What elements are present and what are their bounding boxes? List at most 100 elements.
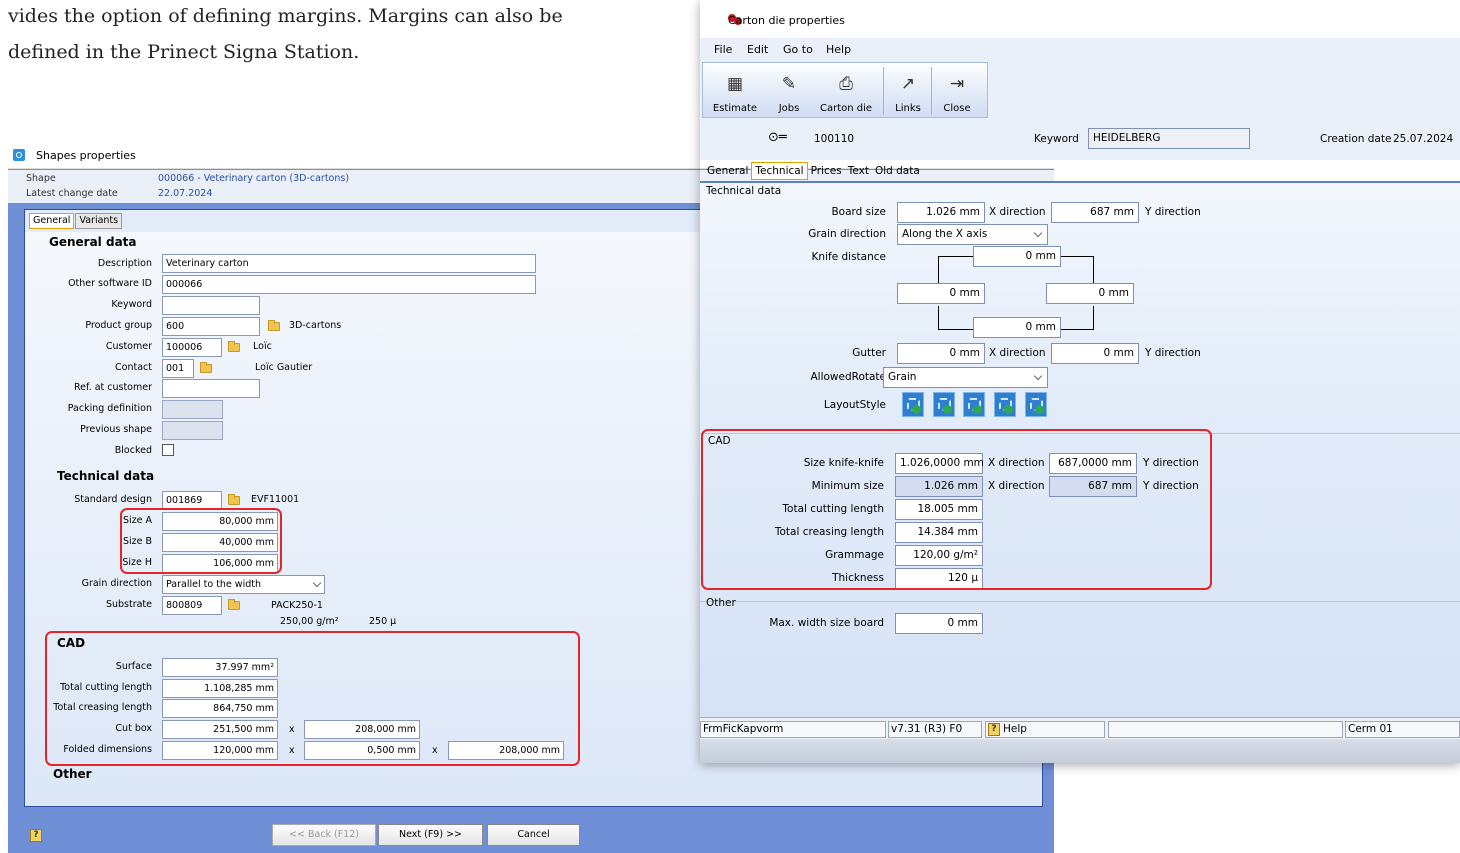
max-width-size-board-field[interactable]: 0 mm — [895, 613, 983, 634]
jobs-button[interactable]: ✎ Jobs — [767, 63, 811, 119]
other-heading: Other — [53, 767, 92, 781]
customer-label: Customer — [105, 341, 152, 352]
back-button[interactable]: << Back (F12) — [272, 824, 376, 846]
tab-text[interactable]: Text — [845, 163, 872, 181]
tab-old-data[interactable]: Old data — [872, 163, 923, 181]
estimate-button[interactable]: ▦ Estimate — [707, 63, 763, 119]
links-button[interactable]: ↗ Links — [887, 63, 929, 119]
knife-distance-top-field[interactable]: 0 mm — [973, 246, 1061, 267]
grain-direction-value: Parallel to the width — [166, 579, 261, 590]
close-button[interactable]: ⇥ Close — [935, 63, 979, 119]
general-data-heading: General data — [49, 235, 137, 249]
status-help[interactable]: ? Help — [985, 721, 1105, 738]
menu-go-to[interactable]: Go to — [783, 43, 813, 56]
status-user: Cerm 01 — [1345, 721, 1460, 738]
tab-general[interactable]: General — [704, 163, 751, 181]
ref-customer-field[interactable] — [162, 379, 260, 398]
other-group: Other — [706, 597, 736, 609]
keyword-label: Keyword — [1034, 133, 1079, 145]
substrate-folder-icon[interactable] — [228, 599, 240, 610]
shapes-window-title: Shapes properties — [36, 149, 136, 162]
knife-diagram-line — [938, 306, 939, 329]
tab-prices[interactable]: Prices — [808, 163, 845, 181]
product-group-field[interactable]: 600 — [162, 317, 260, 336]
layout-style-2-icon[interactable] — [933, 392, 955, 417]
substrate-field[interactable]: 800809 — [162, 596, 222, 615]
layout-style-5-icon[interactable] — [1025, 392, 1047, 417]
grain-direction-select[interactable]: Along the X axis — [897, 224, 1048, 245]
next-button[interactable]: Next (F9) >> — [378, 824, 483, 846]
knife-diagram-line — [1059, 256, 1094, 257]
knife-distance-left-field[interactable]: 0 mm — [897, 283, 985, 304]
menu-help[interactable]: Help — [826, 43, 851, 56]
blocked-checkbox[interactable] — [162, 444, 174, 456]
links-icon: ↗ — [900, 74, 916, 94]
other-software-id-field[interactable]: 000066 — [162, 275, 536, 294]
gutter-y-field[interactable]: 0 mm — [1051, 343, 1139, 364]
substrate-grammage: 250,00 g/m² — [280, 616, 339, 627]
gutter-x-field[interactable]: 0 mm — [897, 343, 985, 364]
shape-value: 000066 - Veterinary carton (3D-cartons) — [158, 173, 350, 184]
customer-field[interactable]: 100006 — [162, 338, 222, 357]
status-empty — [1108, 721, 1343, 738]
customer-folder-icon[interactable] — [228, 341, 240, 352]
cad-highlight-box — [701, 429, 1212, 590]
carton-window-title: Carton die properties — [728, 14, 845, 27]
close-label: Close — [943, 103, 971, 114]
knife-diagram-line — [938, 329, 973, 330]
packing-definition-label: Packing definition — [67, 403, 152, 414]
knife-distance-bottom-field[interactable]: 0 mm — [973, 317, 1061, 338]
status-help-label: Help — [1003, 723, 1027, 735]
gutter-y-direction: Y direction — [1145, 347, 1201, 359]
contact-folder-icon[interactable] — [200, 362, 212, 373]
keyword-label: Keyword — [111, 299, 152, 310]
board-size-y-field[interactable]: 687 mm — [1051, 202, 1139, 223]
technical-data-group: Technical data — [706, 185, 782, 197]
allowed-rotate-label: AllowedRotate — [810, 371, 886, 383]
grain-direction-label: Grain direction — [808, 228, 886, 240]
knife-diagram-line — [938, 256, 939, 285]
layout-style-1-icon[interactable] — [902, 392, 924, 417]
knife-distance-label: Knife distance — [811, 251, 886, 263]
cancel-button[interactable]: Cancel — [487, 824, 580, 846]
carton-header: ⊙═ 100110 Keyword HEIDELBERG Creation da… — [700, 120, 1460, 160]
grain-direction-value: Along the X axis — [902, 228, 988, 240]
links-label: Links — [895, 103, 921, 114]
packing-definition-field[interactable] — [162, 400, 223, 419]
jobs-label: Jobs — [778, 103, 800, 114]
group-divider — [700, 601, 1460, 602]
knife-distance-right-field[interactable]: 0 mm — [1046, 283, 1134, 304]
help-icon[interactable]: ? — [30, 829, 42, 842]
cad-highlight-box — [45, 631, 580, 766]
menu-file[interactable]: File — [714, 43, 732, 56]
description-label: Description — [97, 258, 152, 269]
description-field[interactable]: Veterinary carton — [162, 254, 536, 273]
keyword-field[interactable]: HEIDELBERG — [1088, 128, 1250, 149]
tab-general[interactable]: General — [29, 213, 75, 229]
change-date-value: 22.07.2024 — [158, 188, 213, 199]
carton-die-button[interactable]: ⎙ Carton die — [813, 63, 879, 119]
product-group-folder-icon[interactable] — [268, 320, 280, 331]
grain-direction-select[interactable]: Parallel to the width — [162, 575, 325, 594]
change-date-label: Latest change date — [26, 188, 118, 199]
allowed-rotate-value: Grain — [888, 371, 917, 383]
contact-field[interactable]: 001 — [162, 359, 194, 378]
menu-bar: File Edit Go to Help — [700, 38, 1460, 60]
previous-shape-field[interactable] — [162, 421, 223, 440]
ref-customer-label: Ref. at customer — [73, 382, 152, 393]
board-size-x-field[interactable]: 1.026 mm — [897, 202, 985, 223]
status-form-name: FrmFicKapvorm — [700, 721, 886, 738]
layout-style-3-icon[interactable] — [963, 392, 985, 417]
creation-date-value: 25.07.2024 — [1393, 133, 1454, 145]
chevron-down-icon — [1033, 371, 1043, 381]
keyword-field[interactable] — [162, 296, 260, 315]
status-version: v7.31 (R3) F0 — [888, 721, 982, 738]
layout-style-4-icon[interactable] — [994, 392, 1016, 417]
tab-technical[interactable]: Technical — [751, 162, 808, 180]
standard-design-folder-icon[interactable] — [228, 494, 240, 505]
substrate-label: Substrate — [105, 599, 152, 610]
menu-edit[interactable]: Edit — [747, 43, 768, 56]
allowed-rotate-select[interactable]: Grain — [883, 367, 1048, 388]
key-icon: ⊙═ — [768, 130, 787, 145]
tab-variants[interactable]: Variants — [75, 213, 123, 229]
